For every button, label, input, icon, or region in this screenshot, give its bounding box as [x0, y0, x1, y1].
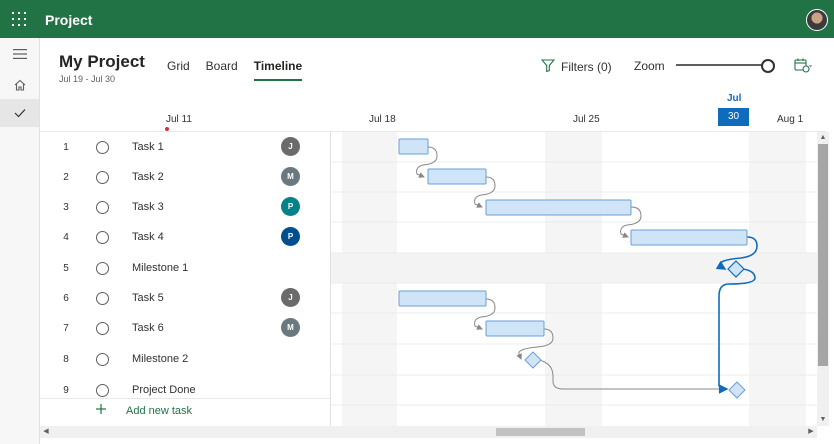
date-label-jul-18: Jul 18 — [369, 114, 396, 125]
timeline-chart — [331, 132, 817, 426]
project-title[interactable]: My Project — [59, 52, 145, 72]
task-row[interactable]: 1 Task 1 J — [40, 132, 330, 162]
task-bar-task4 — [630, 229, 748, 246]
zoom-slider-thumb[interactable] — [761, 59, 775, 73]
left-rail — [0, 38, 40, 444]
project-done-diamond — [728, 381, 746, 399]
task-bar-task2 — [427, 168, 487, 185]
home-icon[interactable] — [0, 71, 39, 99]
milestone-2-diamond — [524, 351, 542, 369]
task-row[interactable]: 5 Milestone 1 — [40, 253, 330, 283]
assignee-avatar[interactable]: J — [281, 137, 300, 156]
task-row[interactable]: 7 Task 6 M — [40, 313, 330, 343]
task-bar-task1 — [398, 138, 429, 155]
task-list: 1 Task 1 J 2 Task 2 M 3 Task 3 P 4 Task … — [40, 132, 330, 398]
task-name[interactable]: Task 3 — [132, 201, 164, 213]
date-label-jul-11: Jul 11 — [166, 114, 192, 125]
task-row[interactable]: 2 Task 2 M — [40, 162, 330, 192]
task-row[interactable]: 3 Task 3 P — [40, 192, 330, 222]
task-row[interactable]: 6 Task 5 J — [40, 283, 330, 313]
scroll-right-icon[interactable]: ▶ — [805, 426, 817, 438]
assignee-avatar[interactable]: M — [281, 318, 300, 337]
waffle-icon[interactable] — [12, 12, 26, 26]
task-row[interactable]: 8 Milestone 2 — [40, 344, 330, 374]
row-number: 5 — [63, 263, 69, 274]
tab-board[interactable]: Board — [206, 59, 238, 81]
row-number: 3 — [63, 202, 69, 213]
vertical-scroll-thumb[interactable] — [818, 144, 828, 366]
assignee-avatar[interactable]: P — [281, 227, 300, 246]
row-number: 1 — [63, 142, 69, 153]
tab-timeline[interactable]: Timeline — [253, 59, 303, 81]
calendar-settings-icon[interactable] — [794, 57, 812, 78]
row-number: 2 — [63, 172, 69, 183]
app-title[interactable]: Project — [45, 12, 92, 28]
task-name[interactable]: Project Done — [132, 384, 196, 396]
row-number: 7 — [63, 323, 69, 334]
complete-checkbox[interactable] — [96, 262, 109, 275]
filter-icon — [540, 59, 556, 75]
complete-checkbox[interactable] — [96, 171, 109, 184]
filters-button[interactable]: Filters (0) — [540, 59, 612, 75]
task-row[interactable]: 4 Task 4 P — [40, 222, 330, 252]
date-label-jul-25: Jul 25 — [573, 114, 600, 125]
task-name[interactable]: Task 6 — [132, 322, 164, 334]
app-header: Project — [0, 0, 834, 38]
task-bar-task6 — [485, 320, 545, 337]
task-name[interactable]: Task 1 — [132, 141, 164, 153]
task-bar-task3 — [485, 199, 632, 216]
project-dates: Jul 19 - Jul 30 — [59, 74, 116, 84]
scroll-left-icon[interactable]: ◀ — [40, 426, 52, 438]
hamburger-icon[interactable] — [0, 40, 39, 68]
horizontal-scrollbar[interactable]: ◀ ▶ — [40, 426, 817, 438]
task-name[interactable]: Task 2 — [132, 171, 164, 183]
user-avatar[interactable] — [806, 9, 828, 31]
row-number: 8 — [63, 354, 69, 365]
checkmark-icon[interactable] — [0, 99, 39, 127]
task-name[interactable]: Milestone 2 — [132, 353, 188, 365]
complete-checkbox[interactable] — [96, 292, 109, 305]
scroll-up-icon[interactable]: ▲ — [817, 132, 829, 144]
list-divider — [40, 398, 330, 399]
today-date-badge: 30 — [718, 108, 749, 126]
row-number: 6 — [63, 293, 69, 304]
row-number: 9 — [63, 385, 69, 396]
horizontal-scroll-thumb[interactable] — [496, 428, 585, 436]
zoom-label: Zoom — [634, 59, 665, 73]
task-name[interactable]: Task 5 — [132, 292, 164, 304]
assignee-avatar[interactable]: J — [281, 288, 300, 307]
plus-icon — [96, 404, 106, 417]
complete-checkbox[interactable] — [96, 141, 109, 154]
complete-checkbox[interactable] — [96, 384, 109, 397]
vertical-scrollbar[interactable]: ▲ ▼ — [817, 132, 829, 426]
complete-checkbox[interactable] — [96, 201, 109, 214]
task-name[interactable]: Task 4 — [132, 231, 164, 243]
task-name[interactable]: Milestone 1 — [132, 262, 188, 274]
view-tabs: Grid Board Timeline — [167, 59, 318, 81]
date-label-aug-1: Aug 1 — [777, 114, 804, 125]
complete-checkbox[interactable] — [96, 353, 109, 366]
filters-label: Filters (0) — [561, 60, 612, 74]
complete-checkbox[interactable] — [96, 231, 109, 244]
row-number: 4 — [63, 232, 69, 243]
task-row[interactable]: 9 Project Done — [40, 375, 330, 405]
assignee-avatar[interactable]: M — [281, 167, 300, 186]
add-task-label: Add new task — [126, 404, 193, 417]
assignee-avatar[interactable]: P — [281, 197, 300, 216]
scroll-down-icon[interactable]: ▼ — [817, 414, 829, 426]
tab-grid[interactable]: Grid — [167, 59, 190, 81]
task-bar-task5 — [398, 290, 487, 307]
zoom-slider[interactable] — [676, 64, 768, 66]
complete-checkbox[interactable] — [96, 322, 109, 335]
add-new-task-button[interactable]: Add new task — [96, 404, 192, 417]
today-month-label: Jul — [727, 93, 742, 104]
